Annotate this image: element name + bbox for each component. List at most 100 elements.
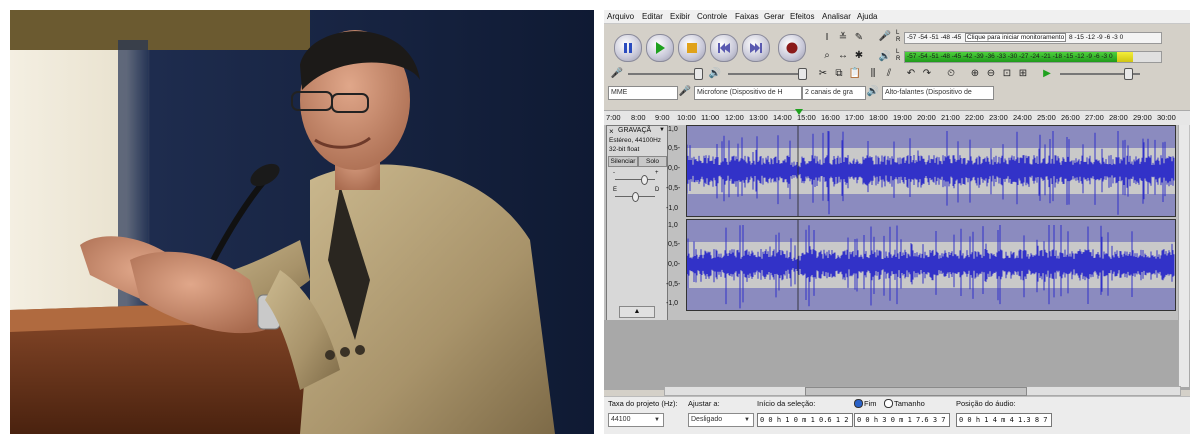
skip-end-button[interactable]: [742, 34, 770, 62]
playhead-marker-icon[interactable]: [795, 109, 803, 115]
recording-device-select[interactable]: Microfone (Dispositivo de H: [694, 86, 802, 100]
mute-label: Silenciar: [610, 158, 636, 165]
skip-start-button[interactable]: [710, 34, 738, 62]
solo-button[interactable]: Solo: [638, 156, 667, 167]
ruler-tick: 23:00: [989, 113, 1008, 122]
undo-icon[interactable]: ↶: [904, 67, 918, 81]
ruler-tick: 18:00: [869, 113, 888, 122]
ruler-tick: 20:00: [917, 113, 936, 122]
paste-icon[interactable]: 📋: [848, 67, 862, 81]
gain-thumb[interactable]: [641, 175, 648, 185]
zoom-in-icon[interactable]: ⊕: [968, 67, 982, 81]
record-meter[interactable]: -57 -54 -51 -48 -45 Clique para iniciar …: [904, 32, 1162, 44]
audio-host-value: MME: [611, 89, 628, 96]
menu-controle[interactable]: Controle: [697, 12, 727, 21]
ruler-tick: 29:00: [1133, 113, 1152, 122]
recording-channels-select[interactable]: 2 canais de gra: [802, 86, 866, 100]
silence-icon[interactable]: ⫽: [882, 67, 896, 81]
collapse-arrow-icon: ▲: [633, 308, 641, 315]
fit-project-icon[interactable]: ⊞: [1016, 67, 1030, 81]
snap-to-select[interactable]: Desligado ▼: [688, 413, 754, 427]
waveform-left-channel[interactable]: [686, 125, 1176, 217]
track-collapse-button[interactable]: ▲: [619, 306, 655, 318]
ruler-tick: 28:00: [1109, 113, 1128, 122]
waveform-right-channel[interactable]: [686, 219, 1176, 311]
selection-end-field[interactable]: 0 0 h 3 0 m 1 7.6 3 7 s: [854, 413, 950, 427]
menu-ajuda[interactable]: Ajuda: [857, 12, 877, 21]
output-volume-slider[interactable]: [728, 73, 803, 75]
copy-icon[interactable]: ⧉: [832, 67, 846, 81]
ruler-tick: 30:00: [1157, 113, 1176, 122]
ruler-tick: 8:00: [631, 113, 646, 122]
audio-host-select[interactable]: MME: [608, 86, 678, 100]
play-meter[interactable]: -57 -54 -51 -48 -45 -42 -39 -36 -33 -30 …: [904, 51, 1162, 63]
scale-label-neghalf: -0,5-: [666, 185, 681, 192]
menu-faixas[interactable]: Faixas: [735, 12, 759, 21]
gain-minus-label: -: [613, 170, 615, 176]
pan-thumb[interactable]: [632, 192, 639, 202]
record-meter-hint: Clique para iniciar monitoramento: [965, 33, 1067, 42]
project-rate-select[interactable]: 44100 ▼: [608, 413, 664, 427]
end-radio[interactable]: [854, 399, 863, 408]
length-radio[interactable]: [884, 399, 893, 408]
stop-button[interactable]: [678, 34, 706, 62]
menu-gerar[interactable]: Gerar: [764, 12, 784, 21]
zoom-tool-icon[interactable]: ⌕: [820, 49, 834, 63]
redo-icon[interactable]: ↷: [920, 67, 934, 81]
record-button[interactable]: [778, 34, 806, 62]
cut-icon[interactable]: ✂: [816, 67, 830, 81]
timeline-ruler[interactable]: 7:00 8:00 9:00 10:00 11:00 12:00 13:00 1…: [604, 109, 1190, 126]
speaker-photo: [10, 10, 594, 434]
mute-button[interactable]: Silenciar: [608, 156, 638, 167]
waveform-stroke: [687, 225, 1175, 309]
audio-position-field[interactable]: 0 0 h 1 4 m 4 1.3 8 7 s: [956, 413, 1052, 427]
play-meter-peak: [1117, 52, 1133, 62]
play-meter-scale: -57 -54 -51 -48 -45 -42 -39 -36 -33 -30 …: [907, 53, 1113, 60]
ruler-tick: 22:00: [965, 113, 984, 122]
input-volume-thumb[interactable]: [694, 68, 703, 80]
track-menu-arrow-icon[interactable]: ▼: [659, 127, 665, 133]
playback-device-value: Alto-falantes (Dispositivo de: [885, 89, 972, 96]
menu-efeitos[interactable]: Efeitos: [790, 12, 814, 21]
menu-exibir[interactable]: Exibir: [670, 12, 690, 21]
record-meter-scale-right: 8 -15 -12 -9 -6 -3 0: [1069, 34, 1124, 41]
multi-tool-icon[interactable]: ✱: [852, 49, 866, 63]
gain-slider[interactable]: [615, 179, 655, 180]
timeshift-tool-icon[interactable]: ↔: [836, 49, 850, 63]
record-meter-icon: 🎤: [878, 31, 892, 42]
selection-start-field[interactable]: 0 0 h 1 0 m 1 0.6 1 2 s: [757, 413, 853, 427]
draw-tool-icon[interactable]: ✎: [852, 31, 866, 45]
menu-editar[interactable]: Editar: [642, 12, 663, 21]
track-control-panel[interactable]: × GRAVAÇÃ ▼ Estéreo, 44100Hz 32-bit floa…: [606, 125, 668, 321]
recording-device-value: Microfone (Dispositivo de H: [697, 89, 783, 96]
zoom-out-icon[interactable]: ⊖: [984, 67, 998, 81]
menu-analisar[interactable]: Analisar: [822, 12, 851, 21]
vertical-scrollbar[interactable]: [1178, 125, 1189, 387]
output-volume-thumb[interactable]: [798, 68, 807, 80]
envelope-tool-icon[interactable]: ≚: [836, 31, 850, 45]
length-radio-label: Tamanho: [894, 399, 925, 408]
play-at-speed-icon[interactable]: ▶: [1040, 67, 1054, 81]
play-button[interactable]: [646, 34, 674, 62]
track-name-menu[interactable]: GRAVAÇÃ: [618, 127, 651, 134]
pan-left-label: E: [613, 187, 618, 193]
menu-arquivo[interactable]: Arquivo: [607, 12, 634, 21]
horizontal-scroll-thumb[interactable]: [805, 387, 1027, 396]
waveform-left-svg: [687, 126, 1175, 216]
play-speed-thumb[interactable]: [1124, 68, 1133, 80]
track-close-button[interactable]: ×: [609, 127, 614, 136]
playback-device-select[interactable]: Alto-falantes (Dispositivo de: [882, 86, 994, 100]
fit-selection-icon[interactable]: ⊡: [1000, 67, 1014, 81]
trim-icon[interactable]: ⫼: [866, 67, 880, 81]
play-meter-channel-l: L: [896, 49, 900, 55]
sync-lock-icon[interactable]: ⏲: [944, 67, 958, 81]
pause-button[interactable]: [614, 34, 642, 62]
waveform-right-path: [687, 225, 1175, 309]
project-rate-arrow-icon: ▼: [654, 417, 660, 423]
input-volume-slider[interactable]: [628, 73, 698, 75]
skip-start-icon: [718, 43, 730, 53]
horizontal-scrollbar[interactable]: [664, 386, 1181, 396]
selection-start-label: Início da seleção:: [757, 399, 816, 408]
empty-project-area[interactable]: [604, 320, 1190, 390]
selection-tool-icon[interactable]: I: [820, 31, 834, 45]
